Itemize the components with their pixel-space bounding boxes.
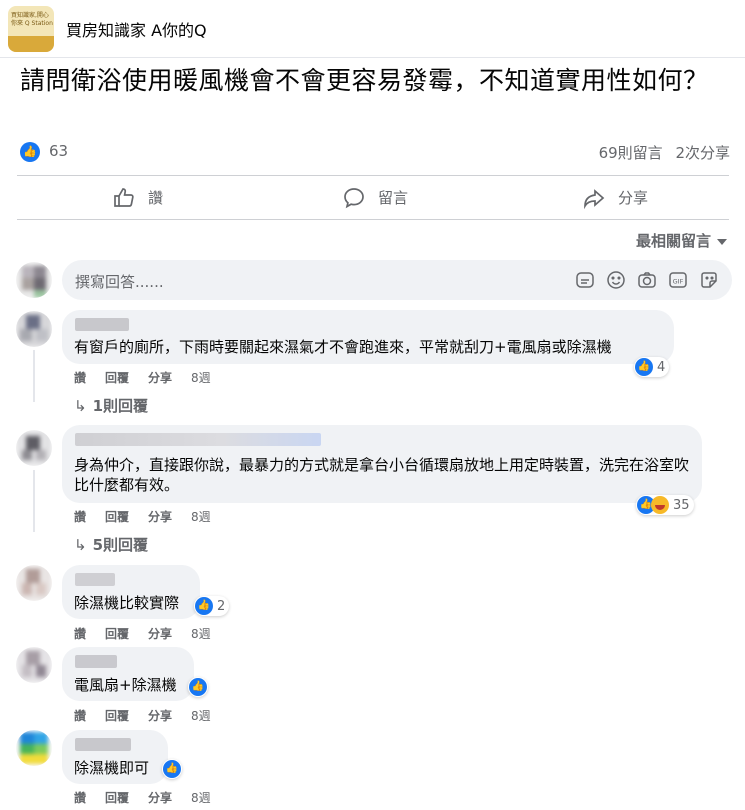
post-action-bar: 讚 留言 分享: [17, 175, 729, 220]
comment-bubble: 電風扇+除濕機: [62, 647, 194, 701]
commenter-name-redacted[interactable]: [75, 738, 131, 751]
thread-line: [33, 350, 35, 402]
comment-reactions[interactable]: 👍 4: [634, 357, 670, 377]
comment-share-link[interactable]: 分享: [148, 371, 172, 385]
svg-text:GIF: GIF: [673, 278, 684, 286]
reply-arrow-icon: ↳: [74, 536, 87, 554]
commenter-avatar[interactable]: [16, 647, 52, 683]
comment-bubble: 身為仲介，直接跟你說，最暴力的方式就是拿台小台循環扇放地上用定時裝置，洗完在浴室…: [62, 425, 702, 503]
comment-text: 除濕機比較實際: [74, 594, 180, 612]
comment-reply-link[interactable]: 回覆: [105, 627, 129, 641]
comment-timestamp[interactable]: 8週: [191, 791, 211, 805]
sticker-square-icon[interactable]: [698, 269, 720, 291]
thread-line: [33, 470, 35, 532]
comment-bubble: 有窗戶的廁所，下雨時要關起來濕氣才不會跑進來，平常就刮刀+電風扇或除濕機: [62, 310, 674, 364]
emoji-icon[interactable]: [605, 269, 627, 291]
reaction-count: 35: [673, 497, 690, 513]
comment-text: 有窗戶的廁所，下雨時要關起來濕氣才不會跑進來，平常就刮刀+電風扇或除濕機: [74, 338, 612, 356]
comment-like-link[interactable]: 讚: [74, 371, 86, 385]
comment-label: 留言: [378, 189, 409, 207]
comment-button[interactable]: 留言: [342, 176, 408, 219]
gif-icon[interactable]: GIF: [667, 269, 689, 291]
comment-timestamp[interactable]: 8週: [191, 627, 211, 641]
comments-count[interactable]: 69則留言: [599, 144, 663, 162]
thumbs-up-icon: [114, 187, 134, 207]
comment-bubble: 除濕機即可: [62, 730, 168, 784]
like-reaction-icon: 👍: [195, 597, 213, 615]
like-reaction-icon: 👍: [189, 678, 207, 696]
group-logo[interactable]: 買知識家,開心你來 Q Station: [8, 6, 54, 52]
group-name[interactable]: 買房知識家 A你的Q: [66, 17, 207, 41]
sort-label: 最相關留言: [635, 232, 711, 250]
post-title: 請問衛浴使用暖風機會不會更容易發霉，不知道實用性如何？: [20, 66, 709, 95]
shares-count[interactable]: 2次分享: [675, 144, 730, 162]
reaction-count: 4: [657, 359, 666, 375]
comment-share-link[interactable]: 分享: [148, 791, 172, 805]
logo-text: 買知識家,開心你來 Q Station: [11, 12, 53, 27]
comment-text: 電風扇+除濕機: [74, 676, 177, 694]
haha-reaction-icon: [651, 496, 669, 514]
commenter-name-redacted[interactable]: [75, 655, 117, 668]
composer-placeholder: 撰寫回答......: [75, 273, 164, 291]
view-replies-link[interactable]: ↳ 5則回覆: [74, 534, 148, 555]
comment-text: 身為仲介，直接跟你說，最暴力的方式就是拿台小台循環扇放地上用定時裝置，洗完在浴室…: [74, 456, 690, 494]
comment-composer[interactable]: 撰寫回答...... GIF: [62, 260, 732, 300]
share-label: 分享: [618, 189, 649, 207]
comment-icon: [344, 187, 364, 208]
post-stats: 69則留言 2次分享: [599, 142, 730, 163]
comment-meta: 讚 回覆 分享 8週: [74, 508, 230, 525]
comment-meta: 讚 回覆 分享 8週: [74, 707, 230, 724]
comment-timestamp[interactable]: 8週: [191, 510, 211, 524]
comment-like-link[interactable]: 讚: [74, 627, 86, 641]
commenter-avatar[interactable]: [16, 430, 52, 466]
like-reaction-icon: 👍: [20, 141, 40, 162]
like-label: 讚: [148, 189, 164, 207]
comment-sort-dropdown[interactable]: 最相關留言: [636, 230, 727, 251]
comment-share-link[interactable]: 分享: [148, 709, 172, 723]
share-button[interactable]: 分享: [582, 176, 648, 219]
like-count: 63: [49, 142, 69, 160]
commenter-avatar[interactable]: [16, 565, 52, 601]
current-user-avatar[interactable]: [16, 262, 52, 298]
comment-like-link[interactable]: 讚: [74, 791, 86, 805]
comment-text: 除濕機即可: [74, 759, 150, 777]
commenter-avatar[interactable]: [16, 311, 52, 347]
reaction-count: 2: [217, 598, 226, 614]
replies-count: 5則回覆: [92, 536, 149, 554]
comment-timestamp[interactable]: 8週: [191, 709, 211, 723]
like-reaction-icon: 👍: [163, 760, 181, 778]
comment-meta: 讚 回覆 分享 8週: [74, 625, 230, 642]
share-arrow-icon: [584, 188, 605, 209]
commenter-name-redacted[interactable]: [75, 318, 129, 331]
comment-meta: 讚 回覆 分享 8週: [74, 369, 230, 386]
like-button[interactable]: 讚: [112, 176, 163, 219]
comment-reactions[interactable]: 👍: [188, 677, 208, 697]
commenter-name-redacted[interactable]: [75, 573, 115, 586]
like-reaction-icon: 👍: [635, 358, 653, 376]
camera-icon[interactable]: [636, 269, 658, 291]
comment-reactions[interactable]: 👍 35: [636, 495, 694, 515]
commenter-avatar[interactable]: [16, 730, 52, 766]
comment-reply-link[interactable]: 回覆: [105, 709, 129, 723]
post-reactions[interactable]: 👍 63: [20, 141, 68, 163]
comment-reply-link[interactable]: 回覆: [105, 510, 129, 524]
commenter-name-redacted[interactable]: [75, 433, 321, 446]
comment-meta: 讚 回覆 分享 8週: [74, 789, 230, 806]
view-replies-link[interactable]: ↳ 1則回覆: [74, 395, 148, 416]
comment-share-link[interactable]: 分享: [148, 627, 172, 641]
comment-reply-link[interactable]: 回覆: [105, 791, 129, 805]
reply-arrow-icon: ↳: [74, 397, 87, 415]
comment-timestamp[interactable]: 8週: [191, 371, 211, 385]
comment-like-link[interactable]: 讚: [74, 709, 86, 723]
comment-bubble: 除濕機比較實際: [62, 565, 200, 619]
group-header: 買知識家,開心你來 Q Station 買房知識家 A你的Q: [0, 0, 745, 58]
comment-like-link[interactable]: 讚: [74, 510, 86, 524]
chevron-down-icon: [717, 238, 727, 245]
replies-count: 1則回覆: [92, 397, 149, 415]
comment-reply-link[interactable]: 回覆: [105, 371, 129, 385]
comment-reactions[interactable]: 👍 2: [194, 596, 230, 616]
sticker-icon[interactable]: [574, 269, 596, 291]
comment-reactions[interactable]: 👍: [162, 759, 182, 779]
comment-share-link[interactable]: 分享: [148, 510, 172, 524]
